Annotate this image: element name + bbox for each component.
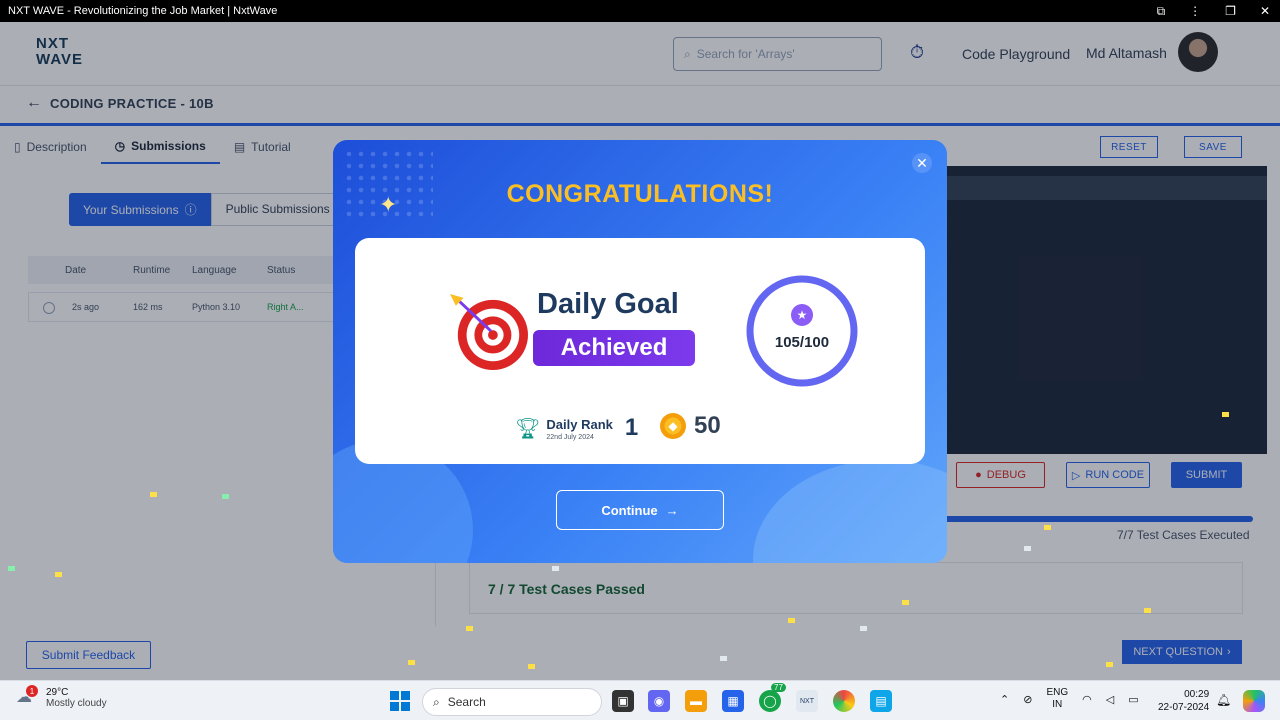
nxtwave-app-icon[interactable]: NXT — [796, 690, 818, 712]
weather-widget[interactable]: ☁ 1 29°C Mostly cloudy — [16, 685, 107, 709]
clock-date: 22-07-2024 — [1158, 702, 1210, 713]
rank-date: 22nd July 2024 — [546, 433, 594, 441]
target-icon — [450, 294, 528, 371]
goal-title: Daily Goal — [537, 288, 679, 320]
system-tray: ⌃ ⊘ ENG IN ◠ ◁ ▭ — [1000, 687, 1139, 711]
confetti-piece — [55, 572, 62, 577]
confetti-piece — [1144, 608, 1151, 613]
confetti-piece — [788, 618, 795, 623]
extensions-icon[interactable]: ⧉ — [1157, 4, 1166, 19]
search-icon: ⌕ — [433, 694, 440, 709]
confetti-piece — [902, 600, 909, 605]
chevron-up-icon[interactable]: ⌃ — [1000, 693, 1009, 706]
language-indicator[interactable]: ENG IN — [1046, 687, 1068, 711]
achieved-badge: Achieved — [533, 330, 695, 366]
taskbar-search-label: Search — [447, 695, 486, 709]
close-window-button[interactable]: ✕ — [1260, 4, 1270, 18]
confetti-piece — [528, 664, 535, 669]
close-icon[interactable]: ✕ — [912, 153, 932, 173]
confetti-piece — [1024, 546, 1031, 551]
windows-taskbar: ☁ 1 29°C Mostly cloudy ⌕ Search ▣ ◉ ▬ ▦ … — [0, 680, 1280, 720]
lang-line1: ENG — [1046, 687, 1069, 698]
cloud-icon: ☁ 1 — [16, 685, 38, 709]
lang-line2: IN — [1052, 699, 1063, 710]
window-titlebar: NXT WAVE - Revolutionizing the Job Marke… — [0, 0, 1280, 22]
weather-condition: Mostly cloudy — [46, 698, 107, 709]
continue-button[interactable]: Continue → — [556, 490, 724, 530]
arrow-right-icon: → — [665, 502, 679, 518]
goal-progress-text: 105/100 — [774, 334, 830, 351]
clock-time: 00:29 — [1184, 689, 1210, 700]
confetti-piece — [1106, 662, 1113, 667]
coin-count: 50 — [694, 412, 721, 439]
more-options-icon[interactable]: ⋮ — [1189, 4, 1201, 18]
confetti-piece — [1044, 525, 1051, 530]
whatsapp-badge: 77 — [771, 683, 786, 692]
store-icon[interactable]: ▦ — [722, 690, 744, 712]
daily-rank: 🏆︎ Daily Rank 22nd July 2024 1 — [515, 414, 638, 442]
coin-icon: ◆ — [660, 413, 686, 439]
window-title: NXT WAVE - Revolutionizing the Job Marke… — [8, 5, 278, 17]
chrome-icon[interactable] — [833, 690, 855, 712]
continue-label: Continue — [601, 502, 658, 518]
restore-window-button[interactable]: ❐ — [1225, 4, 1236, 18]
decor-blob — [753, 460, 947, 563]
wifi-icon[interactable]: ◠ — [1082, 693, 1092, 706]
copilot-icon[interactable] — [1243, 690, 1265, 712]
notepad-icon[interactable]: ▤ — [870, 690, 892, 712]
confetti-piece — [8, 566, 15, 571]
coins-earned: ◆ 50 — [660, 412, 721, 440]
task-view-icon[interactable]: ▣ — [612, 690, 634, 712]
confetti-piece — [552, 566, 559, 571]
star-icon: ★ — [791, 304, 813, 326]
temperature: 29°C — [46, 687, 69, 698]
windows-start-icon[interactable] — [390, 691, 410, 711]
trophy-icon: 🏆︎ — [515, 417, 541, 440]
battery-icon[interactable]: ▭ — [1128, 693, 1138, 706]
confetti-piece — [150, 492, 157, 497]
rank-value: 1 — [624, 414, 639, 441]
confetti-piece — [222, 494, 229, 499]
system-clock[interactable]: 00:29 22-07-2024 — [1158, 688, 1209, 714]
confetti-piece — [1222, 412, 1229, 417]
weather-badge: 1 — [26, 685, 38, 697]
confetti-piece — [408, 660, 415, 665]
confetti-piece — [466, 626, 473, 631]
taskbar-search[interactable]: ⌕ Search — [422, 688, 602, 716]
rank-label: Daily Rank — [546, 416, 613, 432]
confetti-piece — [720, 656, 727, 661]
file-explorer-icon[interactable]: ▬ — [685, 690, 707, 712]
network-off-icon[interactable]: ⊘ — [1023, 693, 1032, 706]
volume-icon[interactable]: ◁ — [1106, 693, 1114, 706]
chat-icon[interactable]: ◉ — [648, 690, 670, 712]
goal-card: Daily Goal Achieved ★ 105/100 🏆︎ Daily R… — [355, 238, 925, 464]
modal-heading: CONGRATULATIONS! — [506, 180, 774, 208]
congratulations-modal: ✕ ✦ CONGRATULATIONS! Daily Goal Achieved… — [333, 140, 947, 563]
goal-progress-ring — [746, 275, 858, 387]
confetti-piece — [860, 626, 867, 631]
notification-bell-icon[interactable]: 🔔︎ — [1216, 693, 1231, 707]
whatsapp-icon[interactable]: 77 ◯ — [759, 683, 786, 712]
